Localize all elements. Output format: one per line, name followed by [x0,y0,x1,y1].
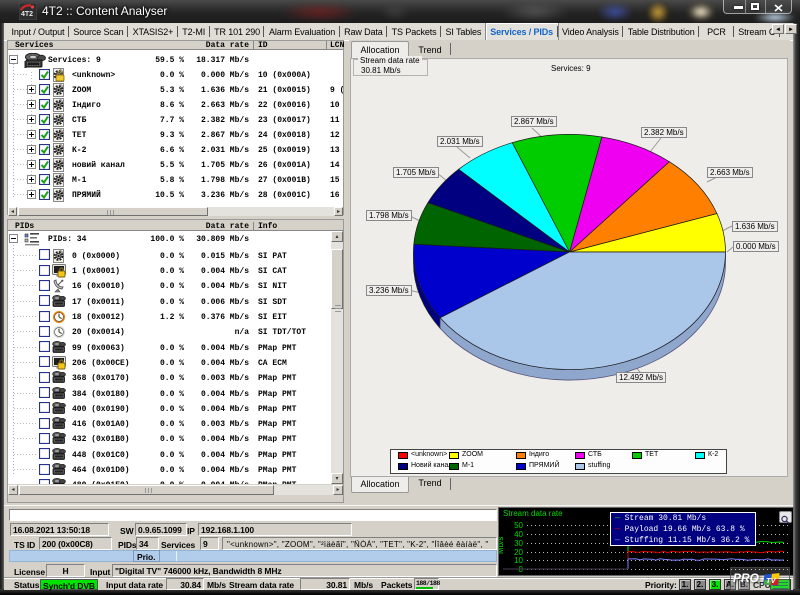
svg-text:TV: TV [766,576,777,585]
svg-text:4T2: 4T2 [21,11,33,18]
